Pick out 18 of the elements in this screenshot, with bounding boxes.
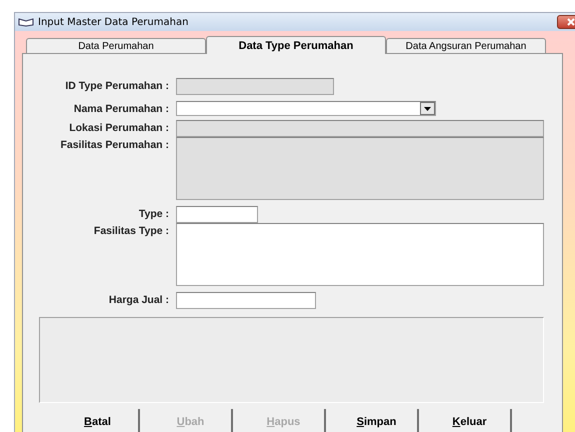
input-field[interactable]: [176, 206, 258, 223]
tab[interactable]: Data Angsuran Perumahan: [386, 38, 546, 53]
text-area[interactable]: [176, 223, 544, 286]
field-label: ID Type Perumahan :: [65, 79, 169, 94]
tab[interactable]: Data Perumahan: [26, 38, 206, 53]
field-label: Fasilitas Perumahan :: [60, 138, 169, 153]
app-icon: [18, 17, 34, 27]
dropdown-field[interactable]: [176, 101, 436, 116]
tab[interactable]: Data Type Perumahan: [206, 36, 386, 54]
field-label: Type :: [138, 207, 169, 222]
field-label: Lokasi Perumahan :: [69, 121, 169, 136]
field-label: Nama Perumahan :: [74, 102, 169, 117]
dropdown-arrow-icon: [424, 106, 431, 110]
window-title: Input Master Data Perumahan: [38, 16, 188, 28]
field-label: Harga Jual :: [108, 293, 169, 308]
close-icon: [567, 18, 575, 26]
field-label: Fasilitas Type :: [94, 224, 169, 239]
input-field[interactable]: [176, 292, 316, 309]
